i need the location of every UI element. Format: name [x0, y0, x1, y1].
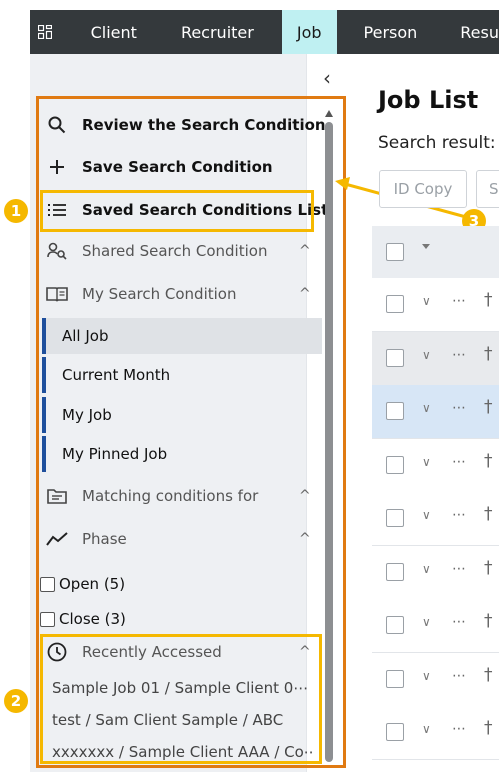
row-checkbox[interactable] — [386, 509, 404, 527]
more-icon[interactable]: ⋯ — [452, 561, 467, 577]
chevron-down-icon[interactable]: ∨ — [422, 669, 431, 683]
callout-highlight-saved-list — [40, 190, 314, 232]
more-icon[interactable]: ⋯ — [452, 454, 467, 470]
row-checkbox[interactable] — [386, 456, 404, 474]
pin-icon[interactable]: † — [484, 504, 493, 524]
table-row[interactable]: ∨ ⋯ † — [372, 492, 499, 546]
table-row[interactable]: ∨ ⋯ † — [372, 653, 499, 707]
pin-icon[interactable]: † — [484, 558, 493, 578]
table-row[interactable]: ∨ ⋯ † — [372, 439, 499, 493]
tab-person[interactable]: Person — [337, 10, 445, 54]
tab-recruiter[interactable]: Recruiter — [159, 10, 282, 54]
table-row[interactable]: ∨ ⋯ † — [372, 332, 499, 386]
tab-resume[interactable]: Resu — [444, 10, 499, 54]
pin-icon[interactable]: † — [484, 665, 493, 685]
select-all-checkbox[interactable] — [386, 243, 404, 261]
table-header — [372, 226, 499, 278]
chevron-down-icon[interactable]: ∨ — [422, 508, 431, 522]
row-checkbox[interactable] — [386, 563, 404, 581]
row-checkbox[interactable] — [386, 295, 404, 313]
more-icon[interactable]: ⋯ — [452, 721, 467, 737]
chevron-down-icon[interactable]: ∨ — [422, 722, 431, 736]
pin-icon[interactable]: † — [484, 451, 493, 471]
table-row[interactable]: ∨ ⋯ † — [372, 385, 499, 439]
caret-down-icon[interactable] — [422, 244, 430, 249]
table-row[interactable]: ∨ ⋯ † — [372, 278, 499, 332]
pin-icon[interactable]: † — [484, 718, 493, 738]
chevron-down-icon[interactable]: ∨ — [422, 562, 431, 576]
pin-icon[interactable]: † — [484, 344, 493, 364]
pin-icon[interactable]: † — [484, 611, 493, 631]
pin-icon[interactable]: † — [484, 290, 493, 310]
callout-highlight-recent — [40, 634, 322, 764]
chevron-left-icon[interactable]: ‹ — [323, 66, 331, 90]
tab-job[interactable]: Job — [281, 10, 337, 54]
table-row[interactable]: ∨ ⋯ † — [372, 546, 499, 600]
row-checkbox[interactable] — [386, 723, 404, 741]
table-row[interactable]: ∨ ⋯ † — [372, 706, 499, 760]
search-result-label: Search result: — [378, 133, 496, 153]
chevron-down-icon[interactable]: ∨ — [422, 455, 431, 469]
chevron-down-icon[interactable]: ∨ — [422, 348, 431, 362]
page-title: Job List — [378, 86, 479, 114]
callout-badge-1: 1 — [4, 199, 28, 223]
row-checkbox[interactable] — [386, 349, 404, 367]
row-checkbox[interactable] — [386, 670, 404, 688]
row-checkbox[interactable] — [386, 402, 404, 420]
grid-icon[interactable] — [30, 10, 60, 54]
chevron-down-icon[interactable]: ∨ — [422, 615, 431, 629]
id-copy-button[interactable]: ID Copy — [379, 170, 467, 208]
tab-client[interactable]: Client — [60, 10, 159, 54]
row-checkbox[interactable] — [386, 616, 404, 634]
callout-badge-2: 2 — [4, 689, 28, 713]
more-icon[interactable]: ⋯ — [452, 293, 467, 309]
more-icon[interactable]: ⋯ — [452, 347, 467, 363]
more-icon[interactable]: ⋯ — [452, 668, 467, 684]
chevron-down-icon[interactable]: ∨ — [422, 401, 431, 415]
pin-icon[interactable]: † — [484, 397, 493, 417]
secondary-button[interactable]: S — [476, 170, 499, 208]
more-icon[interactable]: ⋯ — [452, 507, 467, 523]
more-icon[interactable]: ⋯ — [452, 400, 467, 416]
chevron-down-icon[interactable]: ∨ — [422, 294, 431, 308]
more-icon[interactable]: ⋯ — [452, 614, 467, 630]
table-row[interactable]: ∨ ⋯ † — [372, 599, 499, 653]
top-navigation: Client Recruiter Job Person Resu — [30, 10, 499, 54]
